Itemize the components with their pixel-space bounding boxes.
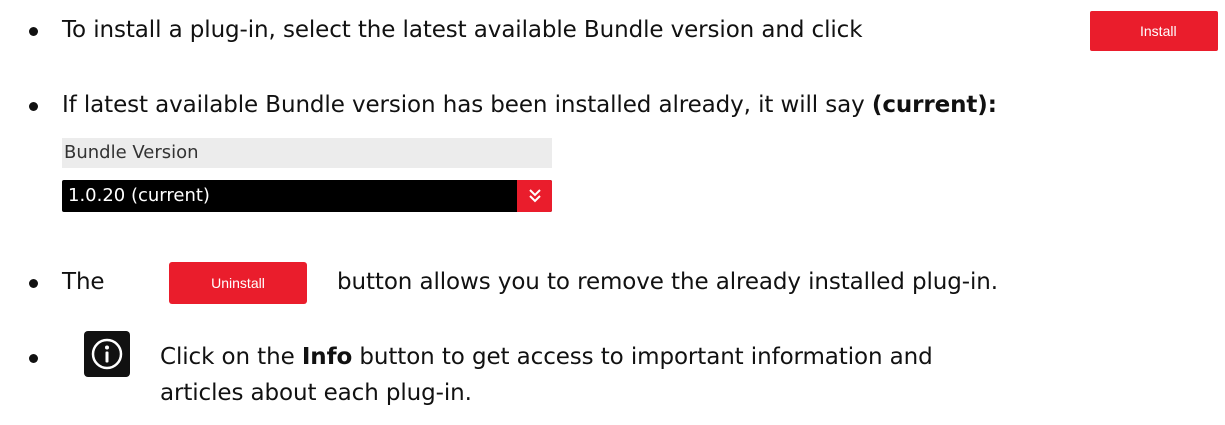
bullet bbox=[29, 27, 38, 36]
chevron-double-down-icon bbox=[528, 189, 541, 203]
instruction-uninstall-before: The bbox=[62, 267, 105, 297]
instruction-info-prefix: Click on the bbox=[160, 344, 302, 370]
instruction-uninstall-prefix: The bbox=[62, 269, 105, 295]
dropdown-toggle[interactable] bbox=[517, 180, 552, 212]
instruction-info-continuation: articles about each plug-in. bbox=[160, 378, 472, 408]
instruction-install-text: To install a plug-in, select the latest … bbox=[62, 17, 863, 43]
instruction-install: To install a plug-in, select the latest … bbox=[62, 15, 863, 45]
bundle-version-value: 1.0.20 (current) bbox=[68, 185, 210, 206]
instruction-uninstall-suffix: button allows you to remove the already … bbox=[337, 269, 998, 295]
bundle-version-select[interactable]: 1.0.20 (current) bbox=[62, 180, 552, 212]
bullet bbox=[29, 102, 38, 111]
instruction-uninstall-after: button allows you to remove the already … bbox=[337, 267, 998, 297]
current-keyword: (current): bbox=[871, 92, 997, 118]
info-keyword: Info bbox=[301, 344, 353, 370]
bullet bbox=[29, 279, 38, 288]
instruction-info-continuation-text: articles about each plug-in. bbox=[160, 380, 472, 406]
install-button-label: Install bbox=[1140, 23, 1177, 39]
bullet bbox=[29, 354, 38, 363]
info-button[interactable] bbox=[84, 331, 130, 377]
bundle-version-label: Bundle Version bbox=[62, 138, 552, 168]
install-button[interactable]: Install bbox=[1090, 11, 1218, 51]
instruction-current-text: If latest available Bundle version has b… bbox=[62, 92, 872, 118]
instruction-info: Click on the Info button to get access t… bbox=[160, 342, 933, 372]
instruction-info-suffix: button to get access to important inform… bbox=[352, 344, 933, 370]
uninstall-button-label: Uninstall bbox=[211, 275, 265, 291]
instruction-current: If latest available Bundle version has b… bbox=[62, 90, 997, 120]
uninstall-button[interactable]: Uninstall bbox=[169, 262, 307, 304]
info-icon bbox=[91, 338, 123, 370]
